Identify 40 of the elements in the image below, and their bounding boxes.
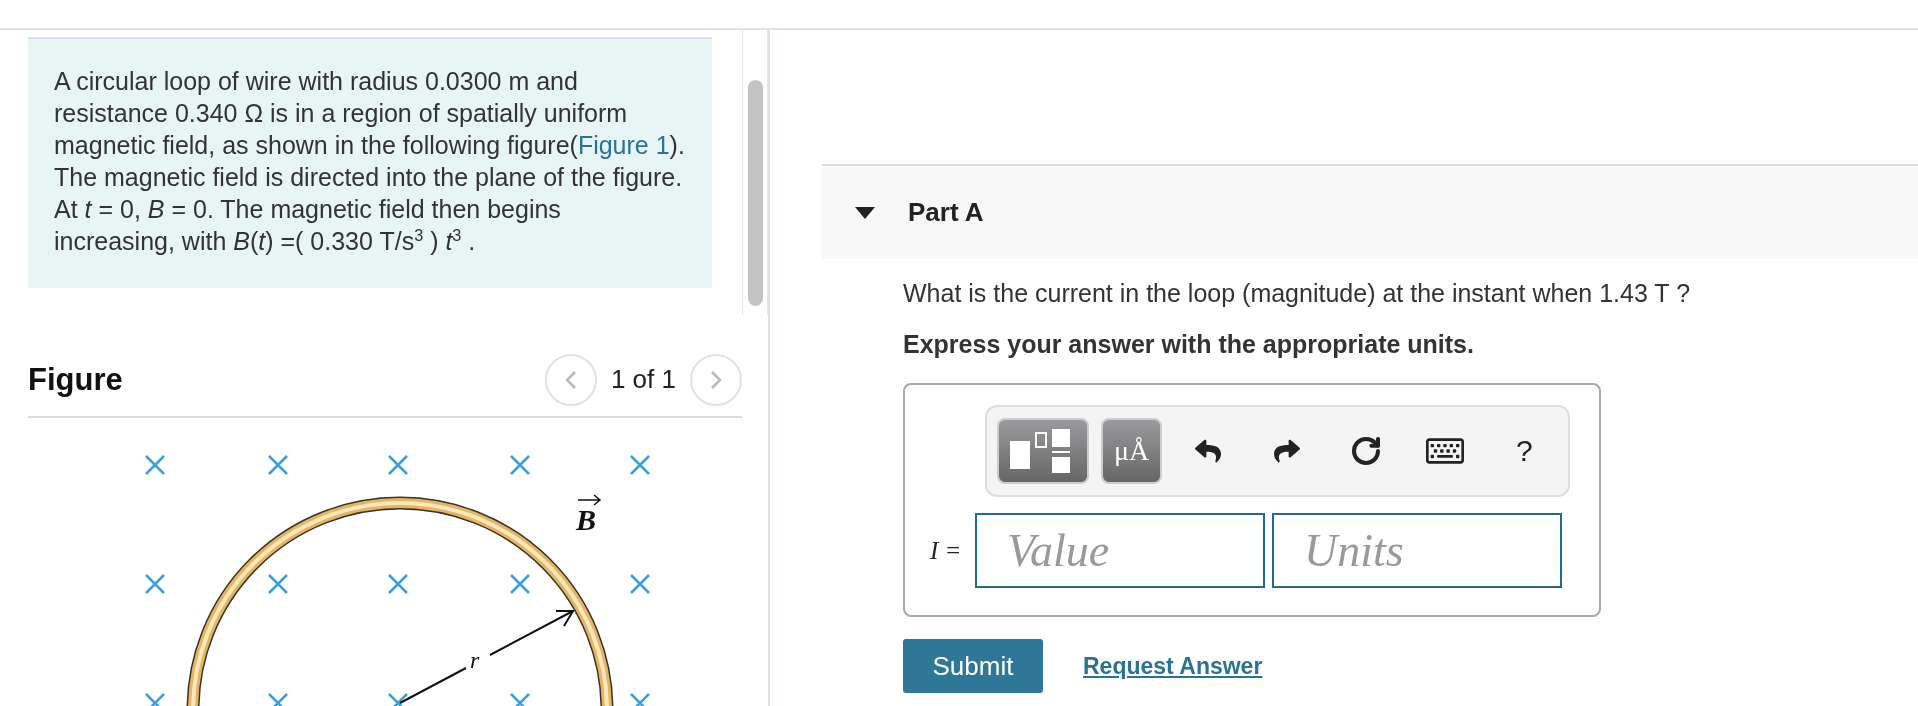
chevron-left-icon bbox=[564, 369, 577, 390]
reset-icon bbox=[1350, 435, 1383, 467]
cross-icon bbox=[629, 573, 651, 595]
instruction-text: Express your answer with the appropriate units. bbox=[903, 330, 1475, 359]
cross-icon bbox=[509, 692, 531, 706]
variable-label: I = bbox=[930, 536, 963, 565]
cross-icon bbox=[144, 573, 166, 595]
page-counter: 1 of 1 bbox=[610, 364, 676, 395]
figure-link[interactable]: Figure 1 bbox=[577, 131, 670, 159]
problem-text: A circular loop of wire with radius 0.0300 m and resistance 0.340 Ω is in a region of spatially uniform magnetic field, as shown in the following figure(Figure 1). The magnetic field is directed into the plane of the figure. At t = 0, B = 0. The magnetic field then begins increasing, with B(t) =( 0.330 T/s$^{3}$ ) t$^{3}$ . bbox=[54, 66, 686, 257]
units-button[interactable]: μÅ bbox=[1100, 418, 1163, 484]
templates-button[interactable] bbox=[997, 418, 1089, 484]
request-answer-link[interactable]: Request Answer bbox=[1083, 652, 1263, 680]
cross-icon bbox=[509, 454, 531, 476]
cross-icon bbox=[629, 454, 651, 476]
part-title: Part A bbox=[908, 197, 984, 228]
cross-icon bbox=[144, 692, 166, 706]
question-text: What is the current in the loop (magnitude) at the instant when 1.43 T ? bbox=[903, 279, 1692, 308]
cross-icon bbox=[144, 454, 166, 476]
cross-icon bbox=[387, 454, 409, 476]
cross-icon bbox=[629, 692, 651, 706]
value-field[interactable]: Value bbox=[975, 513, 1265, 588]
cross-icon bbox=[387, 573, 409, 595]
part-header[interactable]: Part A bbox=[822, 164, 1918, 259]
radius-label: r bbox=[470, 647, 480, 673]
help-button[interactable]: ? bbox=[1490, 421, 1558, 481]
undo-icon bbox=[1194, 438, 1221, 464]
vector-arrow-icon bbox=[577, 494, 602, 506]
cross-icon bbox=[267, 454, 289, 476]
redo-icon bbox=[1274, 438, 1301, 464]
submit-button[interactable]: Submit bbox=[903, 639, 1043, 693]
field-label: B bbox=[576, 503, 596, 536]
cross-icon bbox=[387, 692, 409, 706]
figure-title: Figure bbox=[28, 361, 123, 398]
cross-icon bbox=[267, 573, 289, 595]
units-field[interactable]: Units bbox=[1272, 513, 1562, 588]
cross-icon bbox=[509, 573, 531, 595]
chevron-right-icon bbox=[710, 369, 722, 390]
cross-icon bbox=[267, 692, 289, 706]
scrollbar-thumb[interactable] bbox=[747, 80, 763, 306]
